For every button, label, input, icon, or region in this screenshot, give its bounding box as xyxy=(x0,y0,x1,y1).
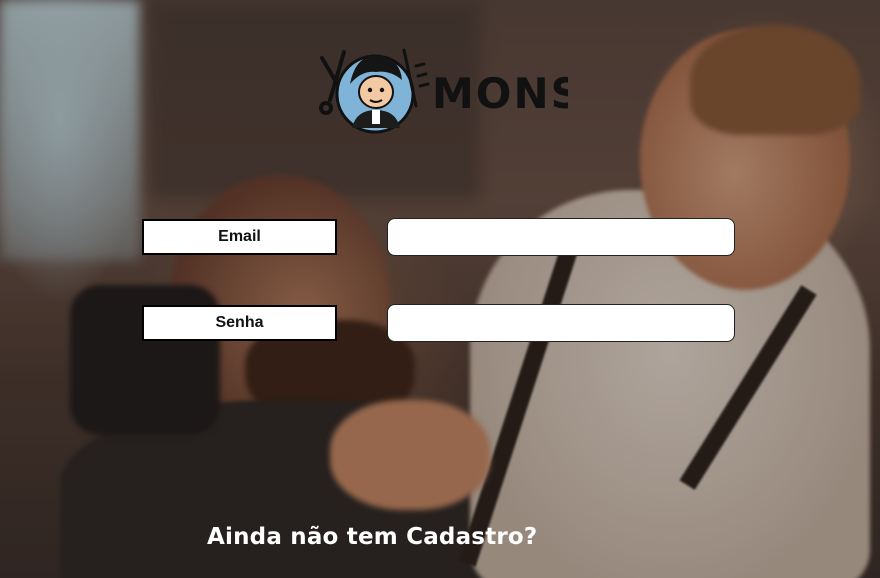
password-label: Senha xyxy=(142,305,337,341)
password-label-text: Senha xyxy=(215,314,264,331)
brand-logo: MONS xyxy=(316,44,581,136)
email-label-text: Email xyxy=(218,228,261,245)
email-label: Email xyxy=(142,219,337,255)
barber-mascot-icon: MONS xyxy=(319,48,581,134)
signup-link[interactable]: Ainda não tem Cadastro? xyxy=(207,524,537,550)
email-input[interactable] xyxy=(387,218,735,256)
logo-wordmark: MONS xyxy=(432,69,568,118)
login-screen: MONS Email Senha Ainda não tem Cadastro? xyxy=(0,0,880,578)
password-input[interactable] xyxy=(387,304,735,342)
